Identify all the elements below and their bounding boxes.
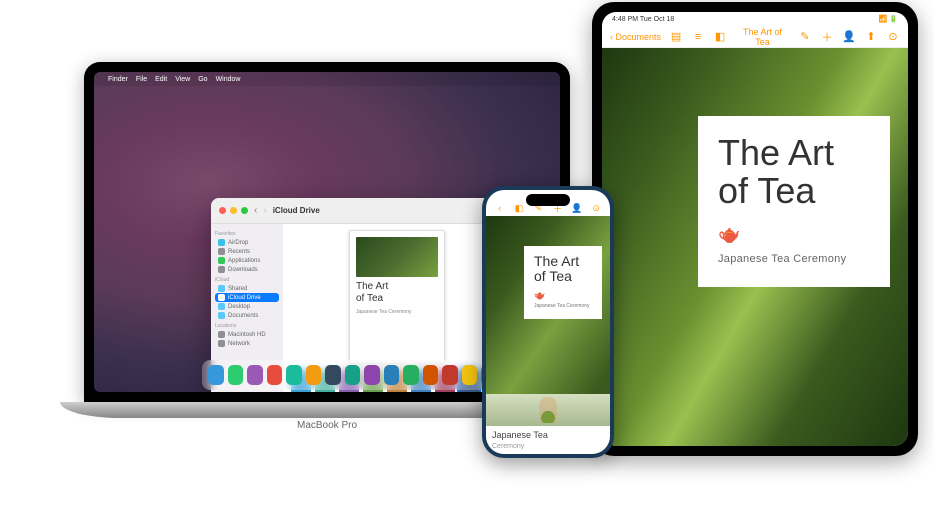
- dock-app-icon[interactable]: [345, 365, 361, 385]
- back-button[interactable]: ‹ Documents: [610, 32, 661, 42]
- thumb-hero-image: [356, 237, 438, 277]
- menu-view[interactable]: View: [175, 76, 190, 83]
- mac-menubar[interactable]: Finder File Edit View Go Window: [94, 72, 560, 86]
- status-icons: 📶 🔋: [879, 15, 898, 23]
- menu-go[interactable]: Go: [198, 76, 207, 83]
- document-title: The Art of Tea: [735, 27, 790, 47]
- menu-finder[interactable]: Finder: [108, 76, 128, 83]
- sidebar-item-network[interactable]: Network: [215, 339, 279, 348]
- zoom-icon[interactable]: [241, 207, 248, 214]
- more-icon[interactable]: ⊙: [886, 30, 900, 44]
- subtitle: Japanese Tea Ceremony: [718, 253, 870, 265]
- menu-window[interactable]: Window: [216, 76, 241, 83]
- second-page-preview: Japanese TeaCeremony: [486, 394, 610, 454]
- dock-app-icon[interactable]: [286, 365, 302, 385]
- dock-app-icon[interactable]: [306, 365, 322, 385]
- ipad-status-bar: 4:48 PM Tue Oct 18 📶 🔋: [602, 12, 908, 26]
- sidebar-item-macintosh-hd[interactable]: Macintosh HD: [215, 330, 279, 339]
- sidebar-icon[interactable]: ▤: [669, 30, 683, 44]
- sidebar-item-shared[interactable]: Shared: [215, 284, 279, 293]
- dynamic-island: [526, 194, 570, 206]
- dock-app-icon[interactable]: [403, 365, 419, 385]
- dock-app-icon[interactable]: [384, 365, 400, 385]
- whisk-image: [539, 397, 557, 423]
- sidebar-item-desktop[interactable]: Desktop: [215, 302, 279, 311]
- share-icon[interactable]: ⬆: [864, 30, 878, 44]
- iphone: ‹ ◧ ✎ ＋ 👤 ⊙ The Artof Tea 🫖 Japanese Tea…: [482, 186, 614, 458]
- minimize-icon[interactable]: [230, 207, 237, 214]
- dock-app-icon[interactable]: [462, 365, 478, 385]
- dock-app-icon[interactable]: [247, 365, 263, 385]
- collab-icon[interactable]: 👤: [571, 202, 583, 214]
- back-icon[interactable]: ‹: [494, 202, 506, 214]
- document-thumbnail[interactable]: The Artof Tea Japanese Tea Ceremony: [349, 230, 445, 364]
- nav-fwd-icon[interactable]: ›: [263, 205, 266, 216]
- status-time: 4:48 PM Tue Oct 18: [612, 16, 674, 23]
- window-controls: [219, 207, 248, 214]
- sidebar-item-recents[interactable]: Recents: [215, 247, 279, 256]
- title-card: The Artof Tea 🫖 Japanese Tea Ceremony: [524, 246, 602, 319]
- more-icon[interactable]: ⊙: [590, 202, 602, 214]
- window-title: iCloud Drive: [273, 206, 320, 215]
- dock-app-icon[interactable]: [364, 365, 380, 385]
- insert-icon[interactable]: ＋: [820, 30, 834, 44]
- sidebar-item-documents[interactable]: Documents: [215, 311, 279, 320]
- view-icon[interactable]: ◧: [513, 202, 525, 214]
- dock-app-icon[interactable]: [325, 365, 341, 385]
- ipad: 4:48 PM Tue Oct 18 📶 🔋 ‹ Documents ▤ ≡ ◧…: [592, 2, 918, 456]
- close-icon[interactable]: [219, 207, 226, 214]
- sidebar-locations-header: Locations: [215, 323, 279, 329]
- sidebar-favorites-header: Favorites: [215, 231, 279, 237]
- menu-file[interactable]: File: [136, 76, 147, 83]
- ipad-document-canvas[interactable]: The Artof Tea 🫖 Japanese Tea Ceremony: [602, 48, 908, 446]
- iphone-screen: ‹ ◧ ✎ ＋ 👤 ⊙ The Artof Tea 🫖 Japanese Tea…: [486, 190, 610, 454]
- brush-icon[interactable]: ✎: [798, 30, 812, 44]
- dock-app-icon[interactable]: [228, 365, 244, 385]
- dock-app-icon[interactable]: [442, 365, 458, 385]
- dock-app-icon[interactable]: [208, 365, 224, 385]
- dock-app-icon[interactable]: [423, 365, 439, 385]
- photo: [486, 394, 610, 426]
- dock-app-icon[interactable]: [267, 365, 283, 385]
- teapot-icon: 🫖: [718, 224, 870, 245]
- sidebar-item-applications[interactable]: Applications: [215, 256, 279, 265]
- ipad-screen: 4:48 PM Tue Oct 18 📶 🔋 ‹ Documents ▤ ≡ ◧…: [602, 12, 908, 446]
- view-icon[interactable]: ◧: [713, 30, 727, 44]
- list-icon[interactable]: ≡: [691, 30, 705, 44]
- teapot-icon: 🫖: [534, 290, 592, 301]
- collab-icon[interactable]: 👤: [842, 30, 856, 44]
- sidebar-icloud-header: iCloud: [215, 277, 279, 283]
- menu-edit[interactable]: Edit: [155, 76, 167, 83]
- iphone-document-canvas[interactable]: The Artof Tea 🫖 Japanese Tea Ceremony Ja…: [486, 216, 610, 454]
- sidebar-item-downloads[interactable]: Downloads: [215, 265, 279, 274]
- title-card: The Artof Tea 🫖 Japanese Tea Ceremony: [698, 116, 890, 287]
- sidebar-item-icloud-drive[interactable]: iCloud Drive: [215, 293, 279, 302]
- sidebar-item-airdrop[interactable]: AirDrop: [215, 238, 279, 247]
- ipad-toolbar: ‹ Documents ▤ ≡ ◧ The Art of Tea ✎ ＋ 👤 ⬆…: [602, 26, 908, 48]
- nav-back-icon[interactable]: ‹: [254, 205, 257, 216]
